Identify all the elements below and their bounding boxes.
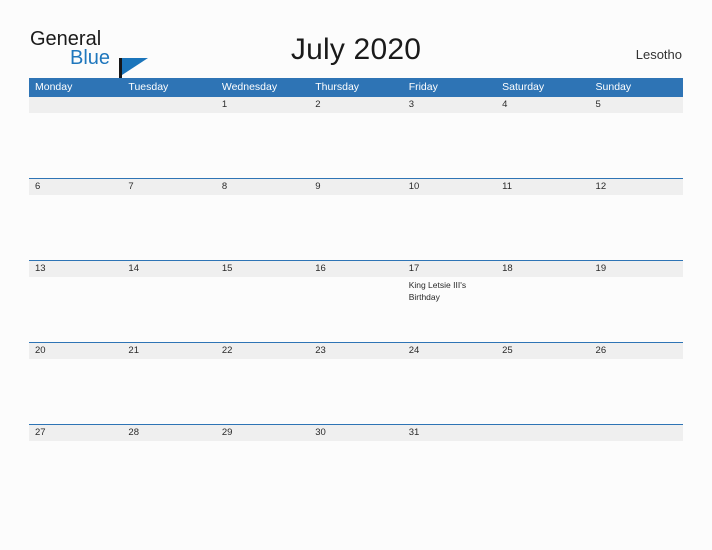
calendar-week-row: 20 21 22 23 24 25 26: [29, 342, 683, 424]
week-number-band: 6 7 8 9 10 11 12: [29, 178, 683, 195]
weekday-header-friday: Friday: [408, 81, 438, 93]
country-label: Lesotho: [635, 47, 682, 62]
day-number[interactable]: 16: [309, 261, 402, 277]
day-cell[interactable]: [29, 277, 122, 342]
calendar-grid: Monday Tuesday Wednesday Thursday Friday…: [29, 78, 683, 506]
day-number[interactable]: 24: [403, 343, 496, 359]
day-cell[interactable]: [496, 277, 589, 342]
day-number[interactable]: 19: [590, 261, 683, 277]
day-cell[interactable]: [403, 441, 496, 506]
day-number[interactable]: [29, 97, 122, 113]
day-number[interactable]: [590, 425, 683, 441]
day-cell[interactable]: [309, 359, 402, 424]
week-event-band: [29, 195, 683, 260]
day-number[interactable]: 26: [590, 343, 683, 359]
day-number[interactable]: 20: [29, 343, 122, 359]
day-cell[interactable]: [403, 359, 496, 424]
day-number[interactable]: 6: [29, 179, 122, 195]
day-number[interactable]: 23: [309, 343, 402, 359]
week-number-band: 27 28 29 30 31: [29, 424, 683, 441]
day-number[interactable]: 31: [403, 425, 496, 441]
weekday-header-saturday: Saturday: [502, 81, 545, 93]
day-cell[interactable]: [309, 441, 402, 506]
day-cell[interactable]: [590, 195, 683, 260]
day-number[interactable]: 30: [309, 425, 402, 441]
day-number[interactable]: 13: [29, 261, 122, 277]
day-cell[interactable]: [122, 441, 215, 506]
day-cell[interactable]: [216, 277, 309, 342]
weekday-header-monday: Monday: [35, 81, 73, 93]
day-cell[interactable]: [216, 195, 309, 260]
calendar-week-row: 13 14 15 16 17 18 19 King Letsie III's B…: [29, 260, 683, 342]
day-number[interactable]: 14: [122, 261, 215, 277]
day-cell[interactable]: [590, 277, 683, 342]
calendar-week-row: 6 7 8 9 10 11 12: [29, 178, 683, 260]
day-cell[interactable]: [403, 195, 496, 260]
day-cell[interactable]: [122, 277, 215, 342]
day-number[interactable]: 9: [309, 179, 402, 195]
page-header: General Blue July 2020 Lesotho: [0, 0, 712, 79]
day-number[interactable]: 10: [403, 179, 496, 195]
day-number[interactable]: 21: [122, 343, 215, 359]
calendar-page: General Blue July 2020 Lesotho Monday Tu…: [0, 0, 712, 550]
day-cell[interactable]: [29, 441, 122, 506]
day-number[interactable]: 5: [590, 97, 683, 113]
day-cell[interactable]: [29, 195, 122, 260]
day-number[interactable]: 8: [216, 179, 309, 195]
day-number[interactable]: 4: [496, 97, 589, 113]
day-cell[interactable]: [122, 195, 215, 260]
weekday-header-row: Monday Tuesday Wednesday Thursday Friday…: [29, 78, 683, 96]
day-number[interactable]: [122, 97, 215, 113]
day-number[interactable]: 15: [216, 261, 309, 277]
week-number-band: 13 14 15 16 17 18 19: [29, 260, 683, 277]
day-number[interactable]: 28: [122, 425, 215, 441]
weekday-header-wednesday: Wednesday: [221, 81, 278, 93]
week-event-band: King Letsie III's Birthday: [29, 277, 683, 342]
day-cell[interactable]: [496, 113, 589, 178]
day-number[interactable]: 3: [403, 97, 496, 113]
calendar-week-row: 1 2 3 4 5: [29, 96, 683, 178]
day-cell[interactable]: [122, 359, 215, 424]
weekday-header-sunday: Sunday: [595, 81, 632, 93]
day-number[interactable]: 2: [309, 97, 402, 113]
day-number[interactable]: 7: [122, 179, 215, 195]
week-number-band: 1 2 3 4 5: [29, 96, 683, 113]
day-cell[interactable]: [403, 113, 496, 178]
day-cell[interactable]: [309, 277, 402, 342]
day-cell[interactable]: [590, 441, 683, 506]
week-event-band: [29, 113, 683, 178]
week-event-band: [29, 441, 683, 506]
day-number[interactable]: 29: [216, 425, 309, 441]
day-number[interactable]: 17: [403, 261, 496, 277]
week-event-band: [29, 359, 683, 424]
day-number[interactable]: 22: [216, 343, 309, 359]
day-number[interactable]: 18: [496, 261, 589, 277]
day-cell[interactable]: [590, 359, 683, 424]
day-cell[interactable]: [29, 359, 122, 424]
week-number-band: 20 21 22 23 24 25 26: [29, 342, 683, 359]
day-cell[interactable]: [309, 195, 402, 260]
day-cell[interactable]: King Letsie III's Birthday: [403, 277, 496, 342]
calendar-week-row: 27 28 29 30 31: [29, 424, 683, 506]
day-cell[interactable]: [309, 113, 402, 178]
day-event-text: King Letsie III's Birthday: [408, 280, 467, 302]
day-cell[interactable]: [216, 441, 309, 506]
day-number[interactable]: 1: [216, 97, 309, 113]
day-cell[interactable]: [216, 113, 309, 178]
day-number[interactable]: 12: [590, 179, 683, 195]
weekday-header-thursday: Thursday: [315, 81, 360, 93]
day-cell[interactable]: [122, 113, 215, 178]
day-cell[interactable]: [590, 113, 683, 178]
day-number[interactable]: 27: [29, 425, 122, 441]
day-cell[interactable]: [29, 113, 122, 178]
weekday-header-tuesday: Tuesday: [128, 81, 169, 93]
page-title: July 2020: [290, 33, 422, 66]
day-cell[interactable]: [496, 359, 589, 424]
day-cell[interactable]: [496, 441, 589, 506]
day-cell[interactable]: [496, 195, 589, 260]
day-number[interactable]: [496, 425, 589, 441]
day-number[interactable]: 11: [496, 179, 589, 195]
day-cell[interactable]: [216, 359, 309, 424]
day-number[interactable]: 25: [496, 343, 589, 359]
